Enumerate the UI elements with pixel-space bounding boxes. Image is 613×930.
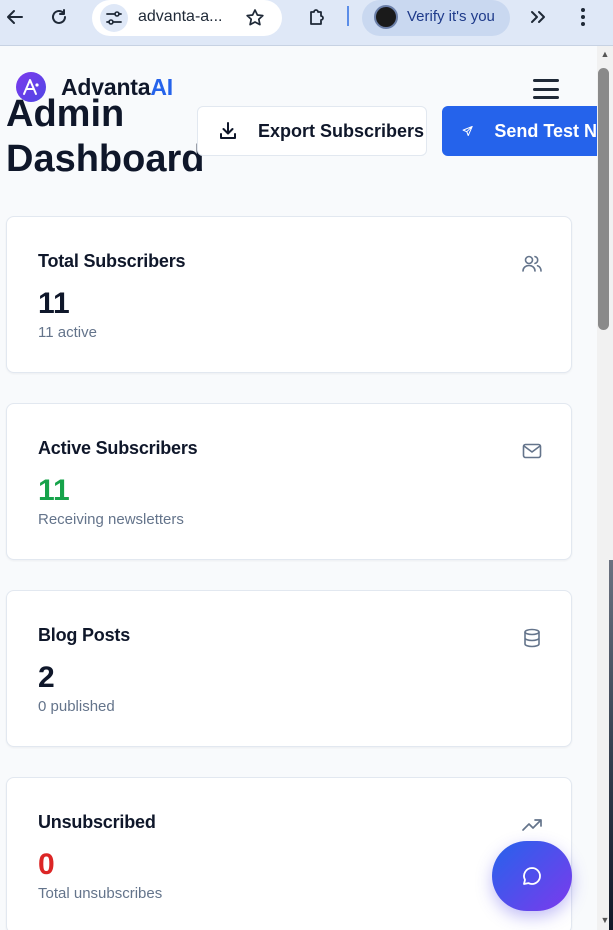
- browser-toolbar: advanta-a... Verify it's you: [0, 0, 613, 46]
- scrollbar-thumb[interactable]: [598, 68, 609, 330]
- stat-title: Unsubscribed: [38, 812, 156, 832]
- stat-value: 0: [38, 848, 55, 881]
- stat-card-blog-posts: Blog Posts 2 0 published: [6, 590, 572, 747]
- export-subscribers-label: Export Subscribers: [258, 120, 425, 141]
- back-arrow-icon[interactable]: [0, 4, 30, 30]
- toolbar-divider: [347, 6, 349, 26]
- stat-subtext: Total unsubscribes: [38, 885, 163, 902]
- mail-icon: [521, 440, 543, 462]
- avatar: [374, 5, 398, 29]
- hamburger-menu-icon[interactable]: [531, 76, 561, 102]
- send-test-newsletter-button[interactable]: Send Test N: [442, 106, 597, 156]
- stat-value: 2: [38, 661, 55, 694]
- export-subscribers-button[interactable]: Export Subscribers: [197, 106, 427, 156]
- send-test-label: Send Test N: [494, 120, 597, 141]
- bookmark-star-icon[interactable]: [242, 5, 268, 31]
- verify-label: Verify it's you: [407, 8, 495, 25]
- trending-up-icon: [521, 814, 543, 836]
- reload-icon[interactable]: [44, 4, 74, 30]
- window-edge: [609, 560, 613, 930]
- database-icon: [521, 627, 543, 649]
- site-settings-icon[interactable]: [100, 4, 128, 32]
- stat-card-total-subscribers: Total Subscribers 11 11 active: [6, 216, 572, 373]
- url-text[interactable]: advanta-a...: [138, 8, 223, 26]
- users-icon: [521, 253, 543, 275]
- stat-subtext: Receiving newsletters: [38, 511, 184, 528]
- extensions-puzzle-icon[interactable]: [302, 4, 332, 30]
- stat-card-active-subscribers: Active Subscribers 11 Receiving newslett…: [6, 403, 572, 560]
- page-viewport: AdvantaAI Admin Dashboard Export Subscri…: [0, 46, 597, 930]
- download-icon: [220, 122, 236, 139]
- chat-bubble-icon: [523, 867, 541, 885]
- chevron-double-right-icon[interactable]: [523, 4, 553, 30]
- stat-title: Blog Posts: [38, 625, 131, 645]
- stat-value: 11: [38, 287, 70, 320]
- stat-value: 11: [38, 474, 70, 507]
- more-vertical-icon[interactable]: [568, 4, 598, 30]
- profile-verify-chip[interactable]: Verify it's you: [362, 0, 510, 36]
- stat-subtext: 11 active: [38, 324, 97, 341]
- address-bar[interactable]: advanta-a...: [92, 0, 282, 36]
- chat-widget-button[interactable]: [492, 841, 572, 911]
- scroll-up-arrow-icon[interactable]: ▲: [597, 46, 613, 62]
- stat-title: Active Subscribers: [38, 438, 198, 458]
- page-title: Admin Dashboard: [6, 93, 205, 180]
- stat-title: Total Subscribers: [38, 251, 186, 271]
- stat-subtext: 0 published: [38, 698, 115, 715]
- stat-card-unsubscribed: Unsubscribed 0 Total unsubscribes: [6, 777, 572, 930]
- send-icon: [462, 125, 473, 137]
